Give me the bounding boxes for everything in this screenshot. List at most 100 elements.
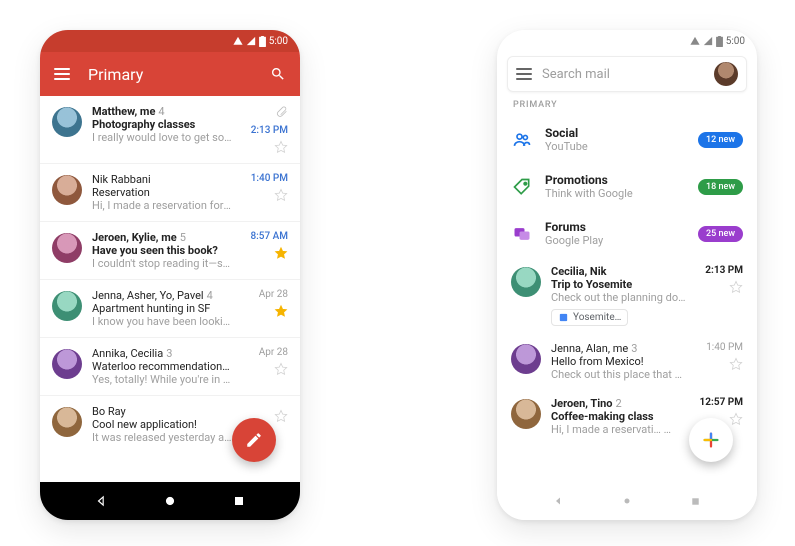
sender-avatar bbox=[52, 349, 82, 379]
nav-home-icon[interactable] bbox=[620, 494, 634, 508]
category-subtitle: Think with Google bbox=[545, 187, 686, 200]
subject-line: Hello from Mexico! bbox=[551, 355, 687, 368]
category-subtitle: Google Play bbox=[545, 234, 686, 247]
app-bar: Primary bbox=[40, 52, 300, 96]
sender-line: Jenna, Alan, me3 bbox=[551, 342, 687, 355]
nav-recent-icon[interactable] bbox=[689, 494, 703, 508]
email-row[interactable]: Nik Rabbani Reservation Hi, I made a res… bbox=[40, 164, 300, 222]
label-tag: Reservation bbox=[664, 424, 687, 437]
sender-avatar bbox=[52, 407, 82, 437]
email-date: 1:40 PM bbox=[706, 342, 743, 353]
compose-fab[interactable] bbox=[689, 418, 733, 462]
plus-icon bbox=[700, 429, 722, 451]
sender-avatar bbox=[52, 291, 82, 321]
search-placeholder: Search mail bbox=[542, 67, 704, 82]
status-time: 5:00 bbox=[726, 36, 745, 47]
sender-avatar bbox=[511, 344, 541, 374]
status-bar: 5:00 bbox=[40, 30, 300, 52]
email-row[interactable]: Jenna, Asher, Yo, Pavel4 Apartment hunti… bbox=[40, 280, 300, 338]
app-title: Primary bbox=[88, 65, 270, 84]
hamburger-icon[interactable] bbox=[516, 68, 532, 80]
email-date: Apr 28 bbox=[259, 347, 288, 358]
snippet-line: I know you have been looking for… bbox=[92, 315, 232, 328]
compose-fab[interactable] bbox=[232, 418, 276, 462]
star-icon[interactable] bbox=[274, 304, 288, 318]
subject-line: Waterloo recommendations? bbox=[92, 360, 232, 373]
subject-line: Apartment hunting in SF bbox=[92, 302, 232, 315]
star-icon[interactable] bbox=[274, 140, 288, 154]
subject-line: Cool new application! bbox=[92, 418, 232, 431]
star-icon[interactable] bbox=[274, 409, 288, 423]
email-date: 8:57 AM bbox=[250, 231, 288, 242]
sender-line: Nik Rabbani bbox=[92, 173, 232, 186]
sender-avatar bbox=[52, 233, 82, 263]
email-date: 12:57 PM bbox=[700, 397, 743, 408]
star-icon[interactable] bbox=[274, 246, 288, 260]
snippet-line: Hi, I made a reservation for dinner… bbox=[92, 199, 232, 212]
sender-line: Cecilia, Nik bbox=[551, 265, 687, 278]
nav-back-icon[interactable] bbox=[552, 494, 566, 508]
nav-recent-icon[interactable] bbox=[232, 494, 246, 508]
snippet-line: Hi, I made a reservati… Reservation bbox=[551, 423, 687, 437]
email-date: 2:13 PM bbox=[251, 125, 288, 136]
nav-back-icon[interactable] bbox=[95, 494, 109, 508]
category-name: Promotions bbox=[545, 173, 686, 187]
star-icon[interactable] bbox=[274, 188, 288, 202]
new-count-badge: 25 new bbox=[698, 226, 743, 242]
email-row[interactable]: Cecilia, Nik Trip to Yosemite Check out … bbox=[497, 257, 757, 334]
phone-old-gmail: 5:00 Primary Matthew, me4 Photography cl… bbox=[40, 30, 300, 520]
snippet-line: Check out this place that we're st… bbox=[551, 368, 687, 381]
subject-line: Trip to Yosemite bbox=[551, 278, 687, 291]
category-subtitle: YouTube bbox=[545, 140, 686, 153]
email-row[interactable]: Annika, Cecilia3 Waterloo recommendation… bbox=[40, 338, 300, 396]
attachment-chip[interactable]: Yosemite… bbox=[551, 309, 628, 326]
snippet-line: It was released yesterday and th… bbox=[92, 431, 232, 444]
new-count-badge: 18 new bbox=[698, 179, 743, 195]
star-icon[interactable] bbox=[729, 357, 743, 371]
email-date: 2:13 PM bbox=[705, 265, 743, 276]
phone-new-gmail: 5:00 Search mail PRIMARY Social YouTube … bbox=[497, 30, 757, 520]
email-date: 1:40 PM bbox=[251, 173, 288, 184]
sender-line: Jenna, Asher, Yo, Pavel4 bbox=[92, 289, 232, 302]
star-icon[interactable] bbox=[729, 280, 743, 294]
email-row[interactable]: Jenna, Alan, me3 Hello from Mexico! Chec… bbox=[497, 334, 757, 389]
snippet-line: Check out the planning doc… Trip bbox=[551, 291, 687, 305]
subject-line: Have you seen this book? bbox=[92, 244, 232, 257]
star-icon[interactable] bbox=[729, 412, 743, 426]
email-list: Matthew, me4 Photography classes I reall… bbox=[40, 96, 300, 453]
nav-home-icon[interactable] bbox=[163, 494, 177, 508]
search-bar[interactable]: Search mail bbox=[507, 56, 747, 92]
snippet-line: Yes, totally! While you're in town… bbox=[92, 373, 232, 386]
category-row-social[interactable]: Social YouTube 12 new bbox=[497, 116, 757, 163]
subject-line: Photography classes bbox=[92, 118, 232, 131]
email-row[interactable]: Jeroen, Kylie, me5 Have you seen this bo… bbox=[40, 222, 300, 280]
tag-icon bbox=[511, 176, 533, 198]
email-list: Cecilia, Nik Trip to Yosemite Check out … bbox=[497, 257, 757, 445]
category-row-promotions[interactable]: Promotions Think with Google 18 new bbox=[497, 163, 757, 210]
sender-line: Bo Ray bbox=[92, 405, 232, 418]
sender-line: Matthew, me4 bbox=[92, 105, 232, 118]
people-icon bbox=[511, 129, 533, 151]
sender-avatar bbox=[52, 175, 82, 205]
status-time: 5:00 bbox=[269, 36, 288, 47]
new-count-badge: 12 new bbox=[698, 132, 743, 148]
section-label: PRIMARY bbox=[497, 100, 757, 116]
category-name: Social bbox=[545, 126, 686, 140]
sender-avatar bbox=[52, 107, 82, 137]
snippet-line: I couldn't stop reading it—so goo… bbox=[92, 257, 232, 270]
forum-icon bbox=[511, 223, 533, 245]
category-name: Forums bbox=[545, 220, 686, 234]
attachment-icon bbox=[275, 105, 288, 121]
sender-avatar bbox=[511, 399, 541, 429]
snippet-line: I really would love to get some ph… bbox=[92, 131, 232, 144]
category-row-forums[interactable]: Forums Google Play 25 new bbox=[497, 210, 757, 257]
subject-line: Coffee-making class bbox=[551, 410, 687, 423]
android-nav-bar bbox=[40, 482, 300, 520]
hamburger-icon[interactable] bbox=[54, 68, 70, 80]
email-row[interactable]: Matthew, me4 Photography classes I reall… bbox=[40, 96, 300, 164]
pencil-icon bbox=[245, 431, 263, 449]
sender-line: Jeroen, Tino2 bbox=[551, 397, 687, 410]
star-icon[interactable] bbox=[274, 362, 288, 376]
search-icon[interactable] bbox=[270, 66, 286, 82]
account-avatar[interactable] bbox=[714, 62, 738, 86]
